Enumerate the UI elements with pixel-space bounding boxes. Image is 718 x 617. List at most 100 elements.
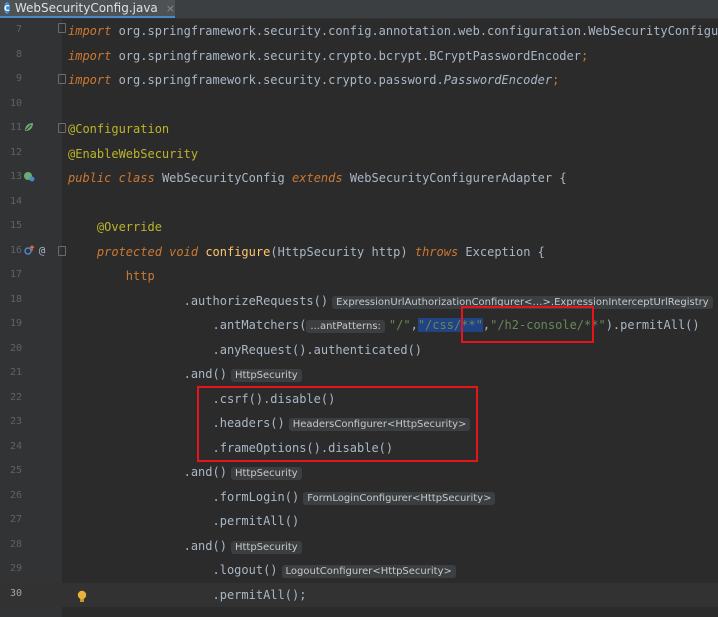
code-line[interactable]: 7 import org.springframework.security.co…	[0, 19, 718, 44]
fold-icon[interactable]	[58, 74, 66, 84]
code-line[interactable]: 12 @EnableWebSecurity	[0, 142, 718, 167]
code-line[interactable]: 11 @Configuration	[0, 117, 718, 142]
code-line[interactable]: 21 .and() HttpSecurity	[0, 362, 718, 387]
parameter-hint: ...antPatterns:	[306, 320, 385, 333]
line-number: 19	[9, 318, 22, 329]
code-line[interactable]: 9 import org.springframework.security.cr…	[0, 68, 718, 93]
code-line[interactable]: 10	[0, 93, 718, 118]
line-number: 26	[9, 489, 22, 501]
semicolon: ;	[580, 48, 589, 63]
method-call: .and()	[183, 538, 227, 553]
class-ref: BCryptPasswordEncoder	[429, 48, 581, 63]
class-ref: PasswordEncoder	[443, 73, 553, 87]
class-ref: WebSecurityConfigurerA	[588, 24, 718, 38]
method-call: .formLogin()	[212, 489, 300, 504]
annotation: @Configuration	[68, 122, 170, 136]
method-name: configure	[205, 244, 271, 259]
line-number: 21	[9, 367, 22, 378]
line-number: 24	[9, 440, 22, 452]
class-name: WebSecurityConfig	[161, 171, 285, 185]
keyword: import	[68, 48, 112, 63]
highlight-box-csrf-headers	[197, 386, 478, 462]
method-call: .and()	[183, 367, 227, 381]
line-number: 22	[9, 391, 22, 403]
brace: {	[552, 171, 567, 185]
paren: )	[605, 318, 613, 332]
override-method-icon[interactable]	[22, 244, 36, 258]
keyword: throws	[414, 244, 459, 259]
method-call: .permitAll()	[212, 514, 300, 528]
code-line[interactable]: 27 .permitAll()	[0, 509, 718, 534]
at-icon[interactable]: @	[35, 244, 49, 258]
method-call: .and()	[183, 465, 227, 479]
spring-bean-icon[interactable]	[22, 121, 36, 135]
type-hint: HttpSecurity	[230, 467, 302, 480]
line-number: 29	[9, 563, 22, 574]
method-call: .authorizeRequests()	[183, 293, 329, 308]
line-number: 28	[9, 538, 22, 550]
keyword: public	[68, 171, 112, 185]
line-number: 14	[9, 195, 22, 207]
tab-label: WebSecurityConfig.java	[14, 1, 158, 15]
code-line[interactable]: 29 .logout() LogoutConfigurer<HttpSecurit…	[0, 558, 718, 583]
package-path: org.springframework.security.crypto.pass…	[111, 73, 444, 87]
line-number: 12	[9, 146, 22, 158]
code-line[interactable]: 19 .antMatchers(...antPatterns: "/","/css…	[0, 313, 718, 338]
method-call: .antMatchers(	[212, 318, 307, 332]
code-line[interactable]: 16 @ protected void configure(HttpSecuri…	[0, 240, 718, 265]
exception: Exception {	[458, 244, 545, 259]
line-number: 18	[9, 293, 22, 305]
package-path: org.springframework.security.crypto.bcry…	[111, 48, 430, 63]
type-hint: HttpSecurity	[230, 369, 302, 382]
tab-websecurityconfig[interactable]: C WebSecurityConfig.java ×	[0, 0, 175, 18]
line-number: 20	[9, 342, 22, 354]
comma: ,	[410, 318, 418, 332]
code-editor[interactable]: 7 import org.springframework.security.co…	[0, 19, 718, 617]
keyword: void	[169, 244, 199, 259]
line-number: 25	[9, 465, 22, 476]
code-line[interactable]: 14	[0, 191, 718, 216]
method-call: .permitAll();	[212, 587, 307, 602]
method-call: .permitAll()	[612, 318, 700, 332]
line-number: 9	[15, 73, 22, 84]
line-number: 16	[9, 244, 22, 256]
code-line[interactable]: 13 public class WebSecurityConfig extend…	[0, 166, 718, 191]
java-class-icon: C	[4, 2, 10, 14]
keyword: extends	[292, 171, 343, 185]
highlight-box-h2-console	[461, 306, 594, 343]
line-number: 7	[15, 24, 22, 35]
line-number: 15	[9, 220, 22, 231]
code-line[interactable]: 28 .and() HttpSecurity	[0, 534, 718, 559]
type-hint: FormLoginConfigurer<HttpSecurity>	[303, 491, 496, 505]
code-line[interactable]: 20 .anyRequest().authenticated()	[0, 338, 718, 363]
code-line[interactable]: 18 .authorizeRequests() ExpressionUrlAuth…	[0, 289, 718, 314]
package-path: org.springframework.security.config.anno…	[111, 24, 589, 38]
type-hint: HttpSecurity	[230, 540, 302, 554]
line-number: 27	[9, 514, 22, 525]
close-icon[interactable]: ×	[166, 2, 175, 15]
keyword: class	[118, 171, 155, 185]
method-call: .anyRequest().authenticated()	[212, 342, 423, 357]
semicolon: ;	[552, 73, 560, 87]
line-number: 13	[9, 171, 22, 182]
code-line-current[interactable]: 30 .permitAll();	[0, 582, 718, 607]
code-line[interactable]: 15 @Override	[0, 215, 718, 240]
line-number: 17	[9, 269, 22, 280]
variable: http	[125, 269, 155, 283]
line-number: 11	[9, 122, 22, 133]
keyword: import	[68, 73, 112, 87]
method-call: .logout()	[212, 563, 278, 577]
fold-icon[interactable]	[58, 123, 66, 133]
line-number: 10	[9, 97, 22, 109]
class-ref: WebSecurityConfigurerAdapter	[349, 171, 553, 185]
line-number: 23	[9, 416, 22, 427]
code-line[interactable]: 26 .formLogin() FormLoginConfigurer<HttpS…	[0, 485, 718, 510]
editor-tab-bar: C WebSecurityConfig.java ×	[0, 0, 718, 19]
code-line[interactable]: 8 import org.springframework.security.cr…	[0, 44, 718, 69]
annotation: @Override	[96, 220, 162, 234]
fold-icon[interactable]	[58, 245, 66, 256]
spring-config-icon[interactable]	[22, 170, 36, 184]
code-line[interactable]: 25 .and() HttpSecurity	[0, 460, 718, 485]
code-line[interactable]: 17 http	[0, 264, 718, 289]
fold-icon[interactable]	[58, 23, 66, 33]
